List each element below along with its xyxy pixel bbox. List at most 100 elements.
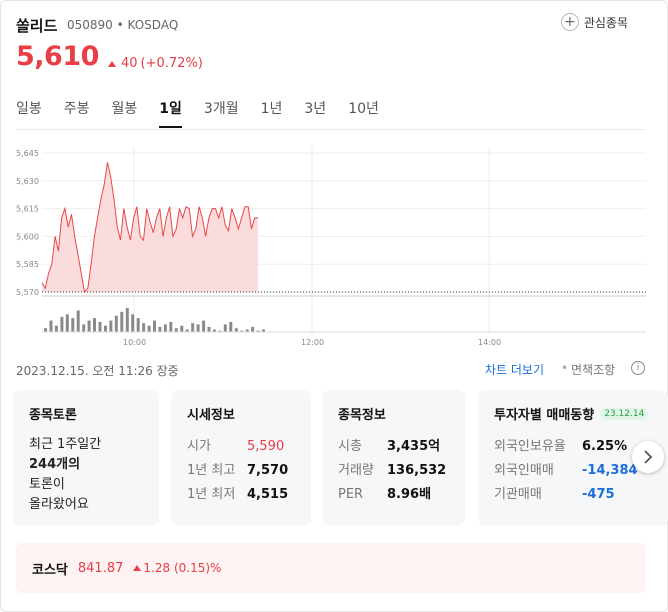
- investor-title-wrap: 투자자별 매매동향 23.12.14: [494, 404, 652, 423]
- plus-icon: +: [560, 13, 579, 31]
- discussion-card[interactable]: 종목토론 최근 1주일간 244개의 토론이 올라왔어요: [13, 390, 159, 526]
- volume-bar: [71, 318, 75, 332]
- volume-bar: [158, 326, 162, 332]
- volume-bar: [76, 310, 80, 332]
- index-change: 1.28 (0.15)%: [133, 561, 221, 575]
- volume-bar: [87, 320, 91, 332]
- discussion-line: 244개의: [29, 457, 81, 472]
- foreign-trade-value: -14,384: [582, 463, 638, 478]
- volume-bar: [82, 324, 86, 332]
- stock-info-title: 종목정보: [338, 408, 386, 423]
- foreign-trade-row: 외국인매매 -14,384: [494, 459, 652, 483]
- discussion-text: 최근 1주일간 244개의 토론이 올라왔어요: [29, 435, 143, 515]
- volume-bar: [44, 328, 47, 332]
- volume-bar: [120, 311, 124, 332]
- favorite-button[interactable]: + 관심종목: [560, 13, 628, 31]
- tab-weekly[interactable]: 주봉: [64, 98, 90, 128]
- tab-3month[interactable]: 3개월: [204, 98, 239, 128]
- per-value: 8.96배: [387, 487, 432, 502]
- tab-monthly[interactable]: 월봉: [112, 98, 138, 128]
- y-tick-label: 5,570: [16, 288, 39, 297]
- y-tick-label: 5,645: [16, 149, 39, 158]
- volume-bar: [234, 328, 238, 332]
- info-icon[interactable]: i: [631, 361, 645, 375]
- period-tabs: 일봉 주봉 월봉 1일 3개월 1년 3년 10년: [16, 98, 401, 128]
- volume-bar: [180, 325, 184, 332]
- foreign-trade-label: 외국인매매: [494, 463, 554, 478]
- change-amount: 40: [121, 56, 138, 71]
- volume-bar: [131, 314, 135, 332]
- volume-bar: [65, 314, 69, 332]
- y-tick-label: 5,630: [16, 177, 39, 186]
- volume-bar: [114, 315, 118, 332]
- tab-1day[interactable]: 1일: [159, 98, 182, 128]
- per-label: PER: [338, 487, 364, 502]
- open-price-value: 5,590: [247, 439, 285, 454]
- institution-trade-label: 기관매매: [494, 487, 542, 502]
- volume-bar: [104, 325, 107, 332]
- year-low-row: 1년 최저 4,515: [187, 483, 295, 507]
- market-info-card[interactable]: 시세정보 시가 5,590 1년 최고 7,570 1년 최저 4,515: [171, 390, 311, 526]
- volume-bar: [93, 318, 96, 332]
- market-cap-label: 시총: [338, 439, 362, 454]
- year-high-value: 7,570: [247, 463, 289, 478]
- y-tick-label: 5,615: [16, 205, 39, 214]
- index-value: 841.87: [77, 560, 124, 576]
- volume-bar: [54, 325, 58, 332]
- intraday-chart[interactable]: 5,570 5,585 5,600 5,615 5,630 5,645 10:00 12:00…: [0, 135, 668, 350]
- price-area: [42, 162, 258, 292]
- market-cap-value: 3,435억: [387, 439, 441, 454]
- stock-code-market: 050890 • KOSDAQ: [67, 18, 179, 32]
- tab-daily[interactable]: 일봉: [16, 98, 42, 128]
- open-price-row: 시가 5,590: [187, 435, 295, 459]
- up-arrow-icon: [133, 565, 142, 571]
- stock-info-card[interactable]: 종목정보 시총 3,435억 거래량 136,532 PER 8.96배: [322, 390, 465, 526]
- market-cap-row: 시총 3,435억: [338, 435, 449, 459]
- volume-bar: [125, 308, 129, 332]
- tabs-divider: [16, 129, 646, 130]
- open-price-label: 시가: [187, 439, 211, 454]
- disclaimer-link[interactable]: 면책조항: [571, 361, 615, 378]
- volume-bar: [229, 321, 233, 332]
- volume-bar: [174, 328, 178, 332]
- institution-trade-value: -475: [582, 487, 615, 502]
- volume-bar: [223, 324, 227, 332]
- volume-bar: [49, 320, 53, 332]
- volume-bar: [251, 326, 255, 332]
- market-info-title: 시세정보: [187, 408, 235, 423]
- discussion-line: 최근 1주일간: [29, 437, 102, 452]
- separator-dot: •: [561, 361, 569, 375]
- volume-bar: [109, 320, 113, 332]
- volume-bar: [163, 324, 167, 332]
- volume-bar: [60, 316, 64, 332]
- change-percent: (+0.72%): [140, 56, 203, 71]
- volume-bar: [142, 323, 146, 332]
- next-card-button[interactable]: [632, 441, 664, 473]
- foreign-ownership-row: 외국인보유율 6.25%: [494, 435, 652, 459]
- more-chart-link[interactable]: 차트 더보기: [485, 361, 544, 378]
- volume-value: 136,532: [387, 463, 447, 478]
- index-change-amount: 1.28: [143, 561, 171, 575]
- volume-bar: [147, 325, 151, 332]
- tab-10year[interactable]: 10년: [348, 98, 379, 128]
- price-change: 40 (+0.72%): [108, 56, 203, 71]
- volume-bar: [207, 326, 211, 332]
- volume-bar: [169, 321, 173, 332]
- chevron-right-icon: [644, 450, 653, 464]
- tab-1year[interactable]: 1년: [261, 98, 283, 128]
- current-price: 5,610: [16, 41, 99, 72]
- tab-3year[interactable]: 3년: [304, 98, 326, 128]
- stock-name[interactable]: 쏠리드: [16, 15, 57, 36]
- timestamp: 2023.12.15. 오전 11:26 장중: [16, 364, 179, 378]
- investor-title: 투자자별 매매동향: [494, 408, 595, 423]
- volume-bar: [98, 321, 102, 332]
- kosdaq-index-bar[interactable]: 코스닥 841.87 1.28 (0.15)%: [16, 543, 646, 593]
- investor-date-badge: 23.12.14: [600, 407, 649, 420]
- year-high-label: 1년 최고: [187, 463, 236, 478]
- x-tick-label: 12:00: [301, 338, 324, 347]
- year-low-label: 1년 최저: [187, 487, 236, 502]
- index-name: 코스닥: [32, 562, 68, 578]
- volume-bar: [153, 320, 156, 332]
- institution-trade-row: 기관매매 -475: [494, 483, 652, 507]
- volume-label: 거래량: [338, 463, 374, 478]
